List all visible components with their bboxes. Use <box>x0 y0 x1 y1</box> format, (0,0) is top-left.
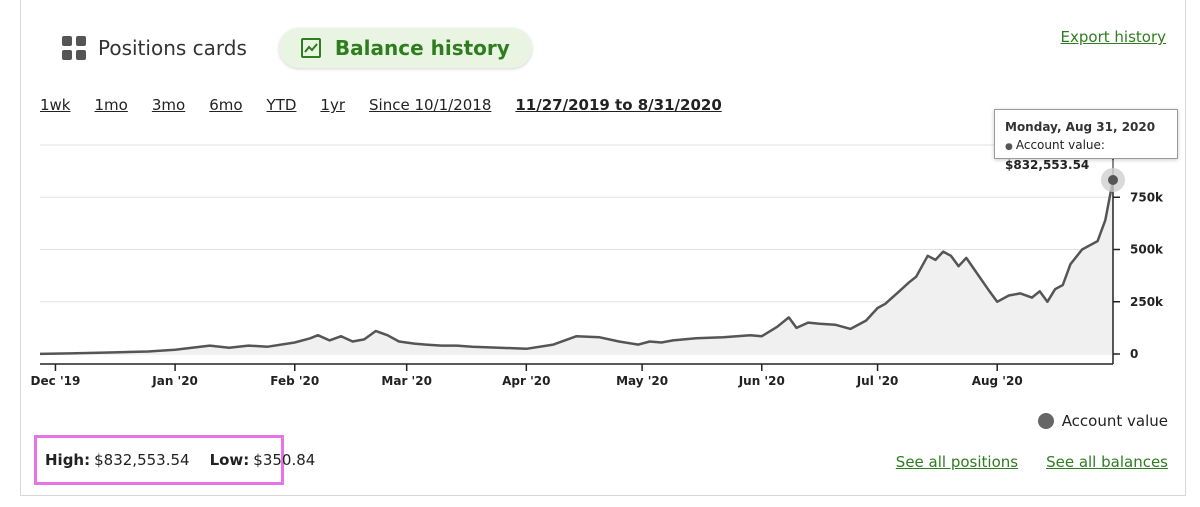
y-tick-label: 500k <box>1130 243 1164 257</box>
see-all-balances-link[interactable]: See all balances <box>1046 453 1168 471</box>
footer-links: See all positions See all balances <box>868 453 1168 471</box>
x-tick-label: Jul '20 <box>856 374 899 388</box>
legend-label: Account value <box>1061 412 1168 430</box>
y-tick-label: 750k <box>1130 190 1164 204</box>
high-label: High: <box>45 451 91 469</box>
series-area <box>40 180 1113 354</box>
x-tick-label: May '20 <box>616 374 668 388</box>
x-tick-label: Aug '20 <box>972 374 1023 388</box>
low-group: Low: $350.84 <box>210 451 316 469</box>
chart-tooltip: Monday, Aug 31, 2020 ● Account value: $83… <box>994 109 1178 172</box>
tooltip-series: Account value <box>1015 138 1101 152</box>
tooltip-date: Monday, Aug 31, 2020 <box>1005 120 1156 134</box>
x-tick-label: Apr '20 <box>502 374 550 388</box>
y-tick-label: 250k <box>1130 295 1164 309</box>
data-point-last <box>1108 174 1118 185</box>
chart-legend: Account value <box>1037 412 1168 430</box>
y-tick-label: 0 <box>1130 347 1138 361</box>
high-low-summary: High: $832,553.54 Low: $350.84 <box>34 435 315 485</box>
tooltip-bullet-icon: ● <box>1005 142 1013 152</box>
x-tick-label: Jan '20 <box>151 374 198 388</box>
x-tick-label: Dec '19 <box>31 374 81 388</box>
tooltip-value: $832,553.54 <box>1005 158 1090 172</box>
x-tick-label: Feb '20 <box>270 374 319 388</box>
high-group: High: $832,553.54 <box>45 451 190 469</box>
legend-dot-icon <box>1037 413 1054 429</box>
see-all-positions-link[interactable]: See all positions <box>896 453 1018 471</box>
low-label: Low: <box>209 451 250 469</box>
x-tick-label: Mar '20 <box>381 374 432 388</box>
low-value: $350.84 <box>253 451 316 469</box>
tooltip-row: ● Account value: $832,553.54 <box>1005 138 1105 172</box>
x-tick-label: Jun '20 <box>738 374 785 388</box>
balance-chart[interactable]: Dec '19 Jan '20 Feb '20 Mar '20 Apr '20 May '… <box>0 0 1200 400</box>
high-value: $832,553.54 <box>94 451 190 469</box>
